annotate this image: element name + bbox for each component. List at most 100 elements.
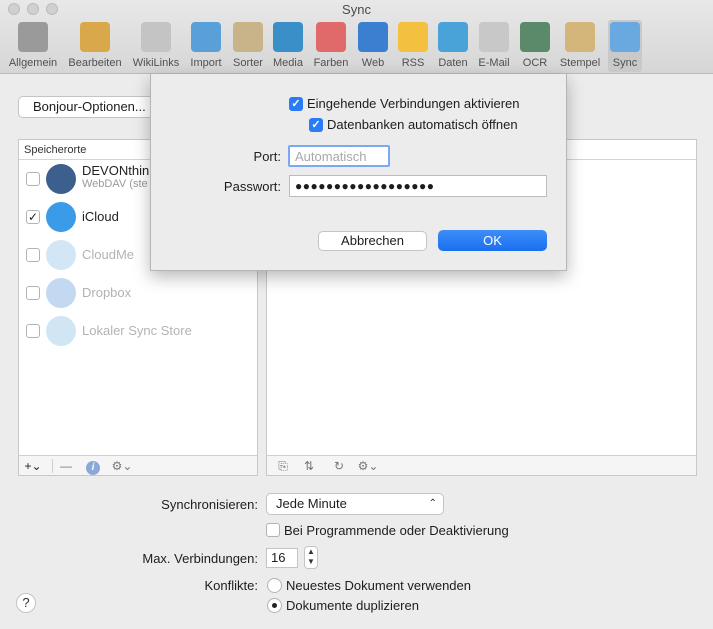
toolbar-item-rss[interactable]: RSS	[396, 20, 430, 72]
toolbar-item-ocr[interactable]: OCR	[518, 20, 552, 72]
location-checkbox[interactable]	[26, 172, 40, 186]
cloudme-icon	[46, 240, 76, 270]
import-button[interactable]: ⎘	[273, 457, 293, 475]
location-name: CloudMe	[82, 247, 135, 262]
toolbar-item-label: OCR	[522, 57, 548, 69]
switch-icon	[18, 22, 48, 52]
toolbar-item-wikilinks[interactable]: WikiLinks	[130, 20, 182, 72]
gear-icon: ⚙⌄	[111, 459, 133, 473]
location-checkbox[interactable]	[26, 324, 40, 338]
chevron-up-icon: ▲	[307, 547, 315, 556]
conflict-newest-label: Neuestes Dokument verwenden	[286, 578, 471, 593]
toolbar-item-label: Bearbeiten	[68, 57, 122, 69]
location-row[interactable]: Dropbox	[19, 274, 257, 312]
toolbar-item-label: Import	[190, 57, 222, 69]
incoming-connections-label: Eingehende Verbindungen aktivieren	[307, 96, 520, 111]
incoming-connections-checkbox[interactable]: ✓	[289, 97, 303, 111]
toolbar-item-label: Web	[361, 57, 385, 69]
cancel-button[interactable]: Abbrechen	[318, 231, 427, 251]
toolbar-item-stempel[interactable]: Stempel	[556, 20, 604, 72]
info-icon: i	[86, 461, 100, 475]
import-icon: ⎘	[278, 459, 288, 473]
color-swatches-icon	[316, 22, 346, 52]
sync-label: Synchronisieren:	[161, 497, 258, 512]
toolbar-item-label: Sorter	[233, 57, 263, 69]
dropbox-icon	[46, 278, 76, 308]
devonthink-globe-icon	[46, 164, 76, 194]
cloud-sync-icon	[610, 22, 640, 52]
toolbar-item-allgemein[interactable]: Allgemein	[4, 20, 62, 72]
max-connections-stepper[interactable]: ▲ ▼	[304, 546, 318, 569]
chevron-down-icon: ▼	[307, 557, 315, 566]
sync-interval-value: Jede Minute	[276, 496, 347, 511]
toolbar-item-import[interactable]: Import	[186, 20, 226, 72]
port-label: Port:	[253, 149, 281, 164]
toolbar-item-label: Sync	[612, 57, 638, 69]
toolbar-item-label: Allgemein	[8, 57, 58, 69]
on-quit-label: Bei Programmende oder Deaktivierung	[284, 523, 509, 538]
location-row[interactable]: Lokaler Sync Store	[19, 312, 257, 350]
toolbar-item-label: Media	[273, 57, 303, 69]
location-subtitle: WebDAV (ste	[82, 178, 148, 190]
toolbar-item-sorter[interactable]: Sorter	[230, 20, 266, 72]
footer-divider	[52, 459, 53, 473]
stamp-icon	[565, 22, 595, 52]
local-store-icon	[46, 316, 76, 346]
sync-interval-popup[interactable]: Jede Minute ⌃	[266, 493, 444, 515]
auto-open-label: Datenbanken automatisch öffnen	[327, 117, 518, 132]
window-title: Sync	[342, 2, 371, 17]
media-icon	[273, 22, 303, 52]
pencils-icon	[80, 22, 110, 52]
port-input[interactable]: Automatisch	[288, 145, 390, 167]
remove-location-button[interactable]: —	[55, 457, 77, 475]
sorter-icon	[233, 22, 263, 52]
conflicts-label: Konflikte:	[204, 578, 258, 593]
puzzle-icon	[141, 22, 171, 52]
toolbar-item-bearbeiten[interactable]: Bearbeiten	[64, 20, 126, 72]
toolbar-item-farben[interactable]: Farben	[312, 20, 350, 72]
window-toolbar: Sync Allgemein Bearbeiten WikiLinks Import S…	[0, 0, 713, 74]
add-location-button[interactable]: +⌄	[22, 457, 44, 475]
password-input[interactable]: ●●●●●●●●●●●●●●●●●●	[289, 175, 547, 197]
refresh-button[interactable]: ↻	[329, 457, 349, 475]
sync-arrows-button[interactable]: ⇅	[299, 457, 319, 475]
ok-button[interactable]: OK	[438, 230, 547, 251]
location-checkbox[interactable]	[26, 248, 40, 262]
conflict-newest-radio[interactable]	[267, 578, 282, 593]
up-down-chevron-icon: ⌃	[428, 498, 437, 509]
max-connections-label: Max. Verbindungen:	[142, 551, 258, 566]
toolbar-item-e-mail[interactable]: E-Mail	[474, 20, 514, 72]
sharing-sheet: ✓ Eingehende Verbindungen aktivieren ✓ D…	[150, 74, 567, 271]
toolbar-item-label: WikiLinks	[132, 57, 180, 69]
location-name: DEVONthink	[82, 163, 156, 178]
toolbar-item-daten[interactable]: Daten	[436, 20, 470, 72]
on-quit-checkbox[interactable]	[266, 523, 280, 537]
location-checkbox[interactable]	[26, 286, 40, 300]
ocr-icon	[520, 22, 550, 52]
password-label: Passwort:	[223, 179, 281, 194]
toolbar-item-web[interactable]: Web	[356, 20, 390, 72]
bonjour-options-button[interactable]: Bonjour-Optionen...	[18, 96, 163, 118]
toolbar-item-label: Farben	[313, 57, 349, 69]
help-button[interactable]: ?	[16, 593, 36, 613]
envelope-icon	[479, 22, 509, 52]
conflict-duplicate-radio[interactable]	[267, 598, 282, 613]
location-actions-button[interactable]: ⚙⌄	[109, 457, 135, 475]
info-button[interactable]: i	[85, 457, 101, 475]
max-connections-field[interactable]: 16	[266, 548, 298, 568]
toolbar-item-sync[interactable]: Sync	[608, 20, 642, 72]
globe-icon	[358, 22, 388, 52]
toolbar-item-label: Stempel	[559, 57, 601, 69]
toolbar-item-media[interactable]: Media	[270, 20, 306, 72]
up-down-arrows-icon: ⇅	[303, 459, 315, 473]
icloud-icon	[46, 202, 76, 232]
refresh-icon: ↻	[333, 459, 345, 473]
location-name: iCloud	[82, 209, 119, 224]
password-value: ●●●●●●●●●●●●●●●●●●	[295, 179, 435, 193]
detail-actions-button[interactable]: ⚙⌄	[355, 457, 381, 475]
detail-footer: ⎘ ⇅ ↻ ⚙⌄	[267, 455, 696, 475]
auto-open-checkbox[interactable]: ✓	[309, 118, 323, 132]
toolbar-item-label: E-Mail	[478, 57, 510, 69]
location-checkbox[interactable]: ✓	[26, 210, 40, 224]
toolbar-item-label: RSS	[401, 57, 425, 69]
